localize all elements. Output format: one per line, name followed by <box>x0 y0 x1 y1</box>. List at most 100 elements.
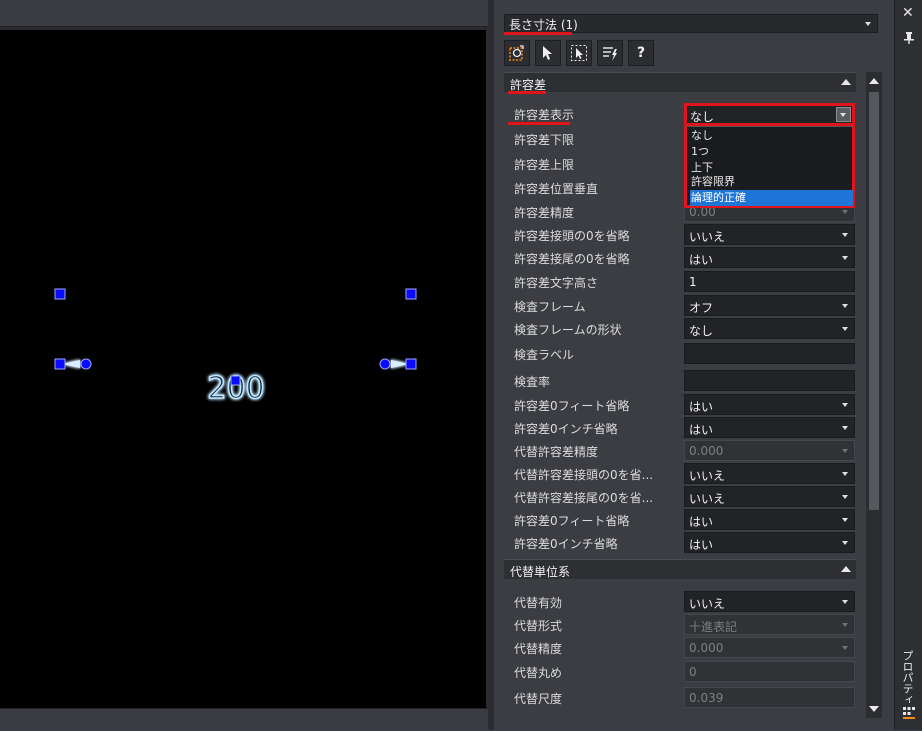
property-value: はい <box>689 515 714 529</box>
grip-arrow-right <box>379 358 391 370</box>
property-input: 0.039 <box>684 687 855 708</box>
property-select[interactable]: はい <box>684 417 855 438</box>
option-limits[interactable]: 許容限界 <box>690 175 853 189</box>
property-row: 代替尺度 0.039 <box>504 686 856 709</box>
collapse-icon <box>841 79 851 85</box>
help-icon: ? <box>636 45 646 61</box>
help-button[interactable]: ? <box>628 40 654 66</box>
quick-select-button[interactable] <box>504 40 530 66</box>
property-label: 許容差精度 <box>514 206 575 220</box>
property-value: 0 <box>689 665 697 679</box>
property-label: 許容差下限 <box>514 133 575 147</box>
select-objects-icon <box>571 45 587 61</box>
option-basic[interactable]: 論理的正確 <box>690 190 853 206</box>
object-type-label: 長さ寸法 (1) <box>509 18 578 32</box>
property-label: 検査フレームの形状 <box>514 323 622 337</box>
property-value: 0.039 <box>689 691 724 705</box>
pickadd-button[interactable] <box>535 40 561 66</box>
pickadd-icon <box>543 46 552 60</box>
chevron-down-icon <box>842 403 848 407</box>
property-select[interactable]: いいえ <box>684 463 855 484</box>
grip-top-left <box>54 288 66 300</box>
property-input[interactable] <box>684 343 855 364</box>
select-objects-button[interactable] <box>566 40 592 66</box>
property-row: 検査率 <box>504 369 856 392</box>
tolerance-display-dropdown[interactable]: なし <box>684 103 855 126</box>
section-header-tolerance[interactable]: 許容差 <box>504 72 856 92</box>
property-label: 許容差上限 <box>514 158 575 172</box>
property-select[interactable]: いいえ <box>684 224 855 245</box>
dimension-drawing[interactable]: 200 <box>0 30 486 708</box>
scroll-down-icon[interactable] <box>869 706 879 712</box>
property-row: 検査フレーム オフ <box>504 294 856 317</box>
property-label: 許容差0インチ省略 <box>514 537 618 551</box>
chevron-down-icon <box>842 541 848 545</box>
grip-top-right <box>405 288 417 300</box>
model-space-view[interactable]: 200 <box>0 30 486 708</box>
option-deviation[interactable]: 上下 <box>690 160 853 176</box>
property-row: 許容差0フィート省略 はい <box>504 508 856 531</box>
chevron-down-icon <box>842 256 848 260</box>
option-none[interactable]: なし <box>690 128 853 144</box>
chevron-down-icon <box>842 426 848 430</box>
property-row: 代替許容差精度 0.000 <box>504 439 856 462</box>
property-label: 許容差0インチ省略 <box>514 422 618 436</box>
property-value: いいえ <box>689 230 726 244</box>
property-input: 0 <box>684 661 855 682</box>
property-label: 許容差0フィート省略 <box>514 514 630 528</box>
property-select[interactable]: オフ <box>684 295 855 316</box>
drawing-area[interactable]: 200 <box>0 0 488 731</box>
grip-bottom-left <box>54 358 66 370</box>
property-select[interactable]: いいえ <box>684 486 855 507</box>
property-value: はい <box>689 423 714 437</box>
property-label: 代替許容差接尾の0を省... <box>514 491 654 505</box>
property-select: 十進表記 <box>684 614 855 635</box>
property-row: 代替許容差接尾の0を省... いいえ <box>504 485 856 508</box>
property-label: 検査フレーム <box>514 300 586 314</box>
chevron-down-icon <box>842 600 848 604</box>
highlight-underline-section <box>508 91 546 94</box>
property-input[interactable] <box>684 370 855 391</box>
section-header-alt-units[interactable]: 代替単位系 <box>504 559 856 579</box>
chevron-down-icon <box>842 233 848 237</box>
property-label: 許容差位置垂直 <box>514 182 599 196</box>
property-select[interactable]: はい <box>684 532 855 553</box>
canvas-tab-bar <box>0 0 488 27</box>
dropdown-button[interactable] <box>836 107 851 122</box>
property-row: 検査フレームの形状 なし <box>504 317 856 340</box>
property-select: 0.000 <box>684 637 855 658</box>
object-type-selector[interactable]: 長さ寸法 (1) <box>504 14 878 33</box>
property-input[interactable]: 1 <box>684 271 855 292</box>
property-label: 代替丸め <box>514 666 563 680</box>
palette-title-strip: ✕ プロパティ <box>894 0 922 730</box>
palette-menu-icon[interactable] <box>902 706 916 720</box>
property-select[interactable]: はい <box>684 247 855 268</box>
property-row: 許容差0インチ省略 はい <box>504 416 856 439</box>
property-label: 代替有効 <box>514 596 563 610</box>
property-value: なし <box>689 324 714 338</box>
option-symmetrical[interactable]: 1つ <box>690 144 853 160</box>
toggle-pickadd-button[interactable] <box>597 40 623 66</box>
property-select[interactable]: はい <box>684 509 855 530</box>
pin-icon[interactable] <box>904 32 914 44</box>
property-select[interactable]: なし <box>684 318 855 339</box>
property-value: いいえ <box>689 469 726 483</box>
close-icon[interactable]: ✕ <box>902 5 914 21</box>
property-select: 0.000 <box>684 440 855 461</box>
property-value: はい <box>689 253 714 267</box>
property-value: 1 <box>689 275 697 289</box>
property-label: 許容差文字高さ <box>514 276 599 290</box>
property-label: 許容差接頭の0を省略 <box>514 229 630 243</box>
property-grid-scrollbar[interactable] <box>866 72 882 718</box>
property-value: いいえ <box>689 492 726 506</box>
property-value: はい <box>689 400 714 414</box>
properties-palette: 長さ寸法 (1) ? 許容差 許容差表示 許容差下限 許容差上限 許容差位置垂直… <box>494 0 890 730</box>
property-label: 代替許容差接頭の0を省... <box>514 468 654 482</box>
tolerance-display-value: なし <box>690 110 715 124</box>
scroll-up-icon[interactable] <box>869 78 879 84</box>
property-select[interactable]: いいえ <box>684 591 855 612</box>
tolerance-display-options: なし 1つ 上下 許容限界 論理的正確 <box>684 126 855 208</box>
scroll-thumb[interactable] <box>869 92 879 510</box>
chevron-down-icon <box>842 449 848 453</box>
property-select[interactable]: はい <box>684 394 855 415</box>
